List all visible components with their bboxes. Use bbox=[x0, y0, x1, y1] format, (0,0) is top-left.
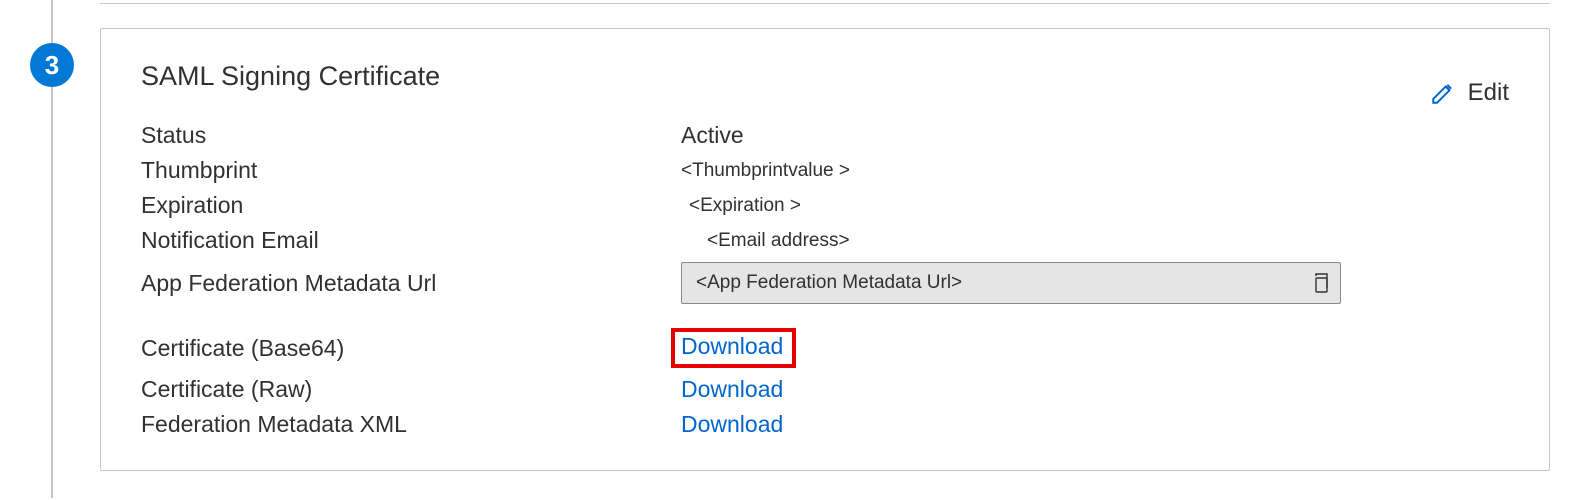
step-number: 3 bbox=[45, 50, 59, 81]
metadata-url-field-wrapper: <App Federation Metadata Url> bbox=[681, 262, 1509, 304]
expiration-label: Expiration bbox=[141, 192, 681, 219]
status-value: Active bbox=[681, 122, 1509, 149]
fed-xml-label: Federation Metadata XML bbox=[141, 411, 681, 438]
fed-xml-download-wrapper: Download bbox=[681, 411, 1509, 438]
cert-base64-label: Certificate (Base64) bbox=[141, 335, 681, 362]
cert-raw-download-link[interactable]: Download bbox=[681, 376, 783, 402]
top-border bbox=[100, 3, 1550, 4]
edit-button[interactable]: Edit bbox=[1430, 79, 1509, 107]
spacer bbox=[141, 312, 1509, 320]
expiration-value: <Expiration > bbox=[681, 195, 1509, 217]
step-number-badge: 3 bbox=[30, 43, 74, 87]
status-label: Status bbox=[141, 122, 681, 149]
metadata-url-label: App Federation Metadata Url bbox=[141, 270, 681, 297]
card-title: SAML Signing Certificate bbox=[141, 61, 440, 92]
metadata-url-field: <App Federation Metadata Url> bbox=[681, 262, 1341, 304]
metadata-url-value: <App Federation Metadata Url> bbox=[696, 272, 1310, 294]
thumbprint-label: Thumbprint bbox=[141, 157, 681, 184]
edit-label: Edit bbox=[1468, 79, 1509, 107]
cert-raw-label: Certificate (Raw) bbox=[141, 376, 681, 403]
certificate-fields: Status Active Thumbprint <Thumbprintvalu… bbox=[141, 122, 1509, 438]
cert-raw-download-wrapper: Download bbox=[681, 376, 1509, 403]
cert-base64-download-link[interactable]: Download bbox=[671, 328, 796, 368]
card-header: SAML Signing Certificate Edit bbox=[141, 61, 1509, 122]
cert-base64-download-wrapper: Download bbox=[681, 328, 1509, 368]
fed-xml-download-link[interactable]: Download bbox=[681, 411, 783, 437]
thumbprint-value: <Thumbprintvalue > bbox=[681, 160, 1509, 182]
copy-icon[interactable] bbox=[1310, 272, 1330, 294]
notification-email-label: Notification Email bbox=[141, 227, 681, 254]
pencil-icon bbox=[1430, 80, 1456, 106]
saml-certificate-card: SAML Signing Certificate Edit Status Act… bbox=[100, 28, 1550, 471]
notification-email-value: <Email address> bbox=[681, 230, 1509, 252]
